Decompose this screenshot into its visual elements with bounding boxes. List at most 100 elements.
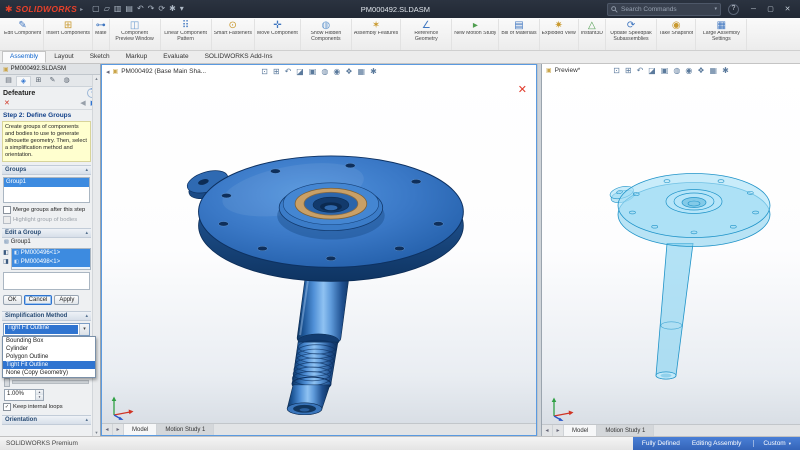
cancel-button[interactable]: Cancel bbox=[24, 295, 53, 305]
graphics-area[interactable] bbox=[102, 78, 536, 423]
merge-groups-checkbox[interactable]: Merge groups after this step bbox=[2, 205, 91, 215]
resolution-spinner[interactable]: 1.00% ▴ ▾ bbox=[4, 389, 44, 401]
edit-group-item[interactable]: ▧ Group1 bbox=[2, 238, 91, 246]
ribbon-button-edit-component[interactable]: ✎Edit Component bbox=[2, 19, 44, 50]
pm-cancel-icon[interactable]: ✕ bbox=[4, 99, 10, 107]
model-tabs-scroll-left[interactable]: ◂ bbox=[102, 424, 113, 435]
ribbon-button-linear-component-pattern[interactable]: ⠿Linear Component Pattern bbox=[161, 19, 212, 50]
ribbon-button-exploded-view[interactable]: ✷Exploded View bbox=[540, 19, 579, 50]
tab-model[interactable]: Model bbox=[124, 424, 157, 435]
dimxpertmanager-tab[interactable]: ✎ bbox=[46, 76, 59, 86]
configurationmanager-tab[interactable]: ⊞ bbox=[32, 76, 45, 86]
tab-motion-study-1[interactable]: Motion Study 1 bbox=[597, 425, 654, 436]
save-icon[interactable]: ▥ bbox=[114, 5, 122, 13]
undo-icon[interactable]: ↶ bbox=[137, 5, 144, 13]
edit-group-section-header[interactable]: Edit a Group ▴ bbox=[2, 228, 91, 238]
preview-graphics-area[interactable] bbox=[542, 77, 800, 424]
units-dropdown[interactable]: Custom ▾ bbox=[753, 440, 791, 447]
pm-scrollbar[interactable]: ▲ ▼ bbox=[92, 75, 100, 436]
zoom-area-icon[interactable]: ⊞ bbox=[625, 65, 632, 76]
secondary-selection-box[interactable] bbox=[3, 272, 90, 290]
document-tab[interactable]: ▣ PM000492.SLDASM bbox=[0, 64, 100, 75]
command-tab-assembly[interactable]: Assembly bbox=[2, 51, 46, 63]
ribbon-button-take-snapshot[interactable]: ◉Take Snapshot bbox=[657, 19, 696, 50]
ribbon-button-move-component[interactable]: ✛Move Component bbox=[255, 19, 301, 50]
zoom-fit-icon[interactable]: ⊡ bbox=[613, 65, 620, 76]
highlight-bodies-checkbox[interactable]: Highlight group of bodies bbox=[2, 215, 91, 225]
simplification-method-combo[interactable]: Tight Fit Outline ▾ bbox=[3, 323, 90, 336]
edit-appearance-icon[interactable]: ❖ bbox=[697, 65, 704, 76]
previous-view-icon[interactable]: ↶ bbox=[285, 66, 292, 77]
options-icon[interactable]: ✱ bbox=[169, 5, 176, 13]
pm-back-icon[interactable]: ◀ bbox=[80, 99, 85, 107]
open-file-icon[interactable]: ▱ bbox=[104, 5, 110, 13]
groups-section-header[interactable]: Groups ▴ bbox=[2, 165, 91, 175]
spin-down-icon[interactable]: ▾ bbox=[36, 395, 43, 400]
dropdown-option-none-copy-geometry[interactable]: None (Copy Geometry) bbox=[3, 369, 95, 377]
components-filter-icon[interactable]: ◧ bbox=[3, 249, 9, 256]
close-preview-icon[interactable]: ✕ bbox=[518, 85, 527, 96]
scroll-down-icon[interactable]: ▼ bbox=[95, 430, 99, 435]
section-view-icon[interactable]: ◪ bbox=[296, 66, 304, 77]
dropdown-option-bounding-box[interactable]: Bounding Box bbox=[3, 337, 95, 345]
minimize-button[interactable]: ─ bbox=[746, 3, 761, 16]
view-orientation-icon[interactable]: ▣ bbox=[661, 65, 669, 76]
model-tabs-scroll-right[interactable]: ▸ bbox=[113, 424, 124, 435]
help-icon[interactable]: ? bbox=[728, 4, 739, 15]
orientation-section-header[interactable]: Orientation ▴ bbox=[2, 415, 91, 425]
dropdown-option-tight-fit-outline[interactable]: Tight Fit Outline bbox=[3, 361, 95, 369]
tab-model[interactable]: Model bbox=[564, 425, 597, 436]
rebuild-icon[interactable]: ⟳ bbox=[158, 5, 165, 13]
ribbon-button-mate[interactable]: ⊶Mate bbox=[93, 19, 110, 50]
slider-thumb[interactable] bbox=[4, 378, 10, 387]
selection-list-item[interactable]: ◧PM000496<1> bbox=[12, 249, 90, 258]
search-commands-box[interactable]: Search Commands ▾ bbox=[607, 3, 721, 16]
apply-scene-icon[interactable]: ▦ bbox=[710, 65, 718, 76]
breadcrumb-back-icon[interactable]: ◂ bbox=[106, 68, 110, 76]
group-list-item[interactable]: Group1 bbox=[4, 178, 89, 187]
preview-model-canvas[interactable] bbox=[542, 77, 800, 424]
dropdown-option-polygon-outline[interactable]: Polygon Outline bbox=[3, 353, 95, 361]
dropdown-option-cylinder[interactable]: Cylinder bbox=[3, 345, 95, 353]
close-button[interactable]: ✕ bbox=[780, 3, 795, 16]
print-icon[interactable]: ▤ bbox=[125, 5, 133, 13]
zoom-area-icon[interactable]: ⊞ bbox=[273, 66, 280, 77]
display-style-icon[interactable]: ◍ bbox=[673, 65, 680, 76]
zoom-fit-icon[interactable]: ⊡ bbox=[261, 66, 268, 77]
model-tabs-scroll-right[interactable]: ▸ bbox=[553, 425, 564, 436]
ribbon-button-update-speedpak-subassemblies[interactable]: ⟳Update Speedpak Subassemblies bbox=[606, 19, 657, 50]
model-tabs-scroll-left[interactable]: ◂ bbox=[542, 425, 553, 436]
keep-internal-loops-checkbox[interactable]: Keep internal loops bbox=[2, 402, 91, 412]
bodies-filter-icon[interactable]: ◨ bbox=[3, 258, 9, 265]
view-settings-icon[interactable]: ✱ bbox=[370, 66, 377, 77]
hide-show-items-icon[interactable]: ◉ bbox=[685, 65, 692, 76]
ribbon-button-show-hidden-components[interactable]: ◍Show Hidden Components bbox=[301, 19, 352, 50]
command-tab-solidworks-add-ins[interactable]: SOLIDWORKS Add-Ins bbox=[197, 51, 281, 63]
ribbon-button-reference-geometry[interactable]: ∠Reference Geometry bbox=[401, 19, 452, 50]
group-selection-listbox[interactable]: ◧PM000496<1>◧PM000498<1> bbox=[11, 248, 91, 270]
ribbon-button-assembly-features[interactable]: ✶Assembly Features bbox=[352, 19, 401, 50]
ribbon-button-bill-of-materials[interactable]: ▤Bill of Materials bbox=[499, 19, 539, 50]
search-scope-dropdown-icon[interactable]: ▾ bbox=[714, 6, 717, 12]
section-view-icon[interactable]: ◪ bbox=[648, 65, 656, 76]
display-style-icon[interactable]: ◍ bbox=[321, 66, 328, 77]
command-tab-evaluate[interactable]: Evaluate bbox=[155, 51, 196, 63]
featuremanager-tab[interactable]: ▤ bbox=[2, 76, 15, 86]
apply-button[interactable]: Apply bbox=[54, 295, 79, 305]
displaymanager-tab[interactable]: ◍ bbox=[60, 76, 73, 86]
main-model-canvas[interactable] bbox=[102, 78, 536, 423]
toolbar-expand-icon[interactable]: ▾ bbox=[180, 5, 184, 13]
ribbon-button-instant3d[interactable]: △Instant3D bbox=[579, 19, 606, 50]
new-file-icon[interactable]: ▢ bbox=[92, 5, 100, 13]
groups-listbox[interactable]: Group1 bbox=[3, 177, 90, 203]
ribbon-button-component-preview-window[interactable]: ◫Component Preview Window bbox=[110, 19, 161, 50]
ribbon-button-new-motion-study[interactable]: ▸New Motion Study bbox=[452, 19, 499, 50]
command-tab-sketch[interactable]: Sketch bbox=[82, 51, 118, 63]
apply-scene-icon[interactable]: ▦ bbox=[358, 66, 366, 77]
command-tab-markup[interactable]: Markup bbox=[118, 51, 156, 63]
breadcrumb[interactable]: PM000492 (Base Main Sha... bbox=[121, 68, 206, 75]
hide-show-items-icon[interactable]: ◉ bbox=[333, 66, 340, 77]
tab-motion-study-1[interactable]: Motion Study 1 bbox=[157, 424, 214, 435]
propertymanager-tab[interactable]: ◈ bbox=[16, 76, 31, 86]
simplification-section-header[interactable]: Simplification Method ▴ bbox=[2, 311, 91, 321]
